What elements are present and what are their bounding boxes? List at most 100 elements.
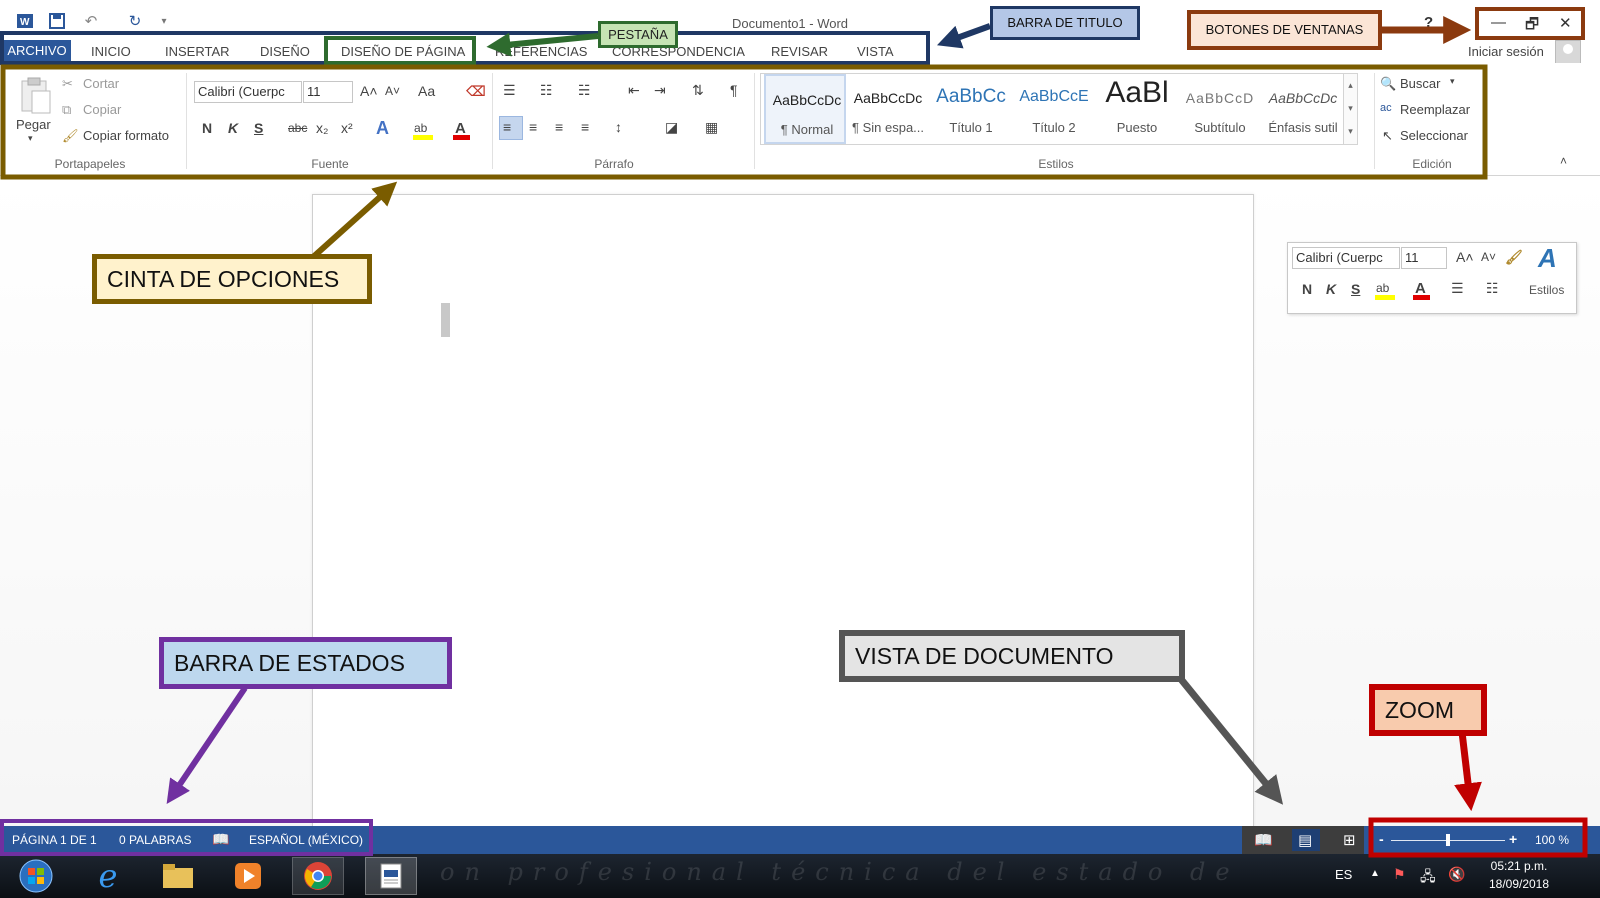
paste-icon[interactable] [18,77,54,115]
media-player-icon[interactable] [222,857,274,895]
undo-icon[interactable]: ↶ [82,12,100,30]
bold-button[interactable]: N [202,120,212,136]
style-subtitle[interactable]: AaBbCcD Subtítulo [1179,74,1261,144]
subscript-button[interactable]: x₂ [316,120,328,136]
grow-font-button[interactable]: A˄ [360,83,378,99]
align-right-icon[interactable]: ≡ [555,119,563,135]
tab-revisar[interactable]: REVISAR [771,44,828,59]
clock-time[interactable]: 05:21 p.m. [1484,859,1554,873]
tray-expand-icon[interactable]: ▲ [1370,868,1380,879]
help-button[interactable]: ? [1424,14,1433,31]
mini-shrink-font-icon[interactable]: A˅ [1481,250,1496,264]
borders-icon[interactable]: ▦ [705,119,718,136]
font-color-icon[interactable]: A [452,119,472,141]
clock-date[interactable]: 18/09/2018 [1484,877,1554,891]
underline-button[interactable]: S [254,120,263,136]
zoom-slider-thumb[interactable] [1446,834,1450,846]
tab-inicio[interactable]: INICIO [91,44,131,59]
style-subtle-emphasis[interactable]: AaBbCcDc Énfasis sutil [1262,74,1344,144]
font-size-combo[interactable]: 11 [303,81,353,103]
read-mode-icon[interactable]: 📖 [1254,831,1273,849]
document-page[interactable] [312,194,1254,834]
style-heading-1[interactable]: AaBbCc Título 1 [930,74,1012,144]
copy-button[interactable]: Copiar [83,102,121,117]
change-case-button[interactable]: Aa [418,83,435,99]
zoom-in-button[interactable]: + [1509,831,1517,847]
tab-vista[interactable]: VISTA [857,44,894,59]
signin-link[interactable]: Iniciar sesión [1468,44,1544,59]
mini-font-color-icon[interactable]: A [1412,279,1434,301]
shading-icon[interactable]: ◪ [665,119,678,136]
proofing-icon[interactable]: 📖 [212,831,229,848]
chrome-icon[interactable] [292,857,344,895]
mini-format-painter-icon[interactable]: 🖌 [1505,249,1523,266]
tab-diseno[interactable]: DISEÑO [260,44,310,59]
save-icon[interactable] [48,12,66,30]
tab-insertar[interactable]: INSERTAR [165,44,230,59]
zoom-level[interactable]: 100 % [1535,833,1569,847]
find-dropdown-icon[interactable]: ▾ [1450,76,1455,87]
mini-highlight-icon[interactable]: ab [1374,279,1400,301]
mini-grow-font-icon[interactable]: A˄ [1456,249,1474,265]
word-logo-icon[interactable]: W [16,12,34,30]
replace-button[interactable]: Reemplazar [1400,102,1470,117]
numbering-icon[interactable]: ☷ [540,82,553,99]
format-painter-button[interactable]: Copiar formato [83,128,169,143]
tab-diseno-pagina[interactable]: DISEÑO DE PÁGINA [341,44,465,59]
mini-styles-icon[interactable]: A [1538,243,1557,274]
volume-muted-icon[interactable]: 🔇 [1448,866,1465,883]
collapse-ribbon-icon[interactable]: ˄ [1560,154,1567,168]
style-normal[interactable]: AaBbCcDc ¶ Normal [764,74,846,144]
start-button[interactable] [10,857,62,895]
mini-font-size-combo[interactable]: 11 [1401,247,1447,269]
minimize-button[interactable]: — [1491,14,1506,31]
word-taskbar-icon[interactable] [365,857,417,895]
decrease-indent-icon[interactable]: ⇤ [628,82,640,99]
paste-button[interactable]: Pegar [16,117,51,132]
web-layout-icon[interactable]: ⊞ [1343,831,1356,849]
style-no-spacing[interactable]: AaBbCcDc ¶ Sin espa... [847,74,929,144]
style-title[interactable]: AaBl Puesto [1096,74,1178,144]
mini-numbering-icon[interactable]: ☷ [1486,280,1499,297]
multilevel-list-icon[interactable]: ☵ [578,82,591,99]
align-center-icon[interactable]: ≡ [529,119,537,135]
zoom-out-button[interactable]: - [1379,831,1384,847]
bullets-icon[interactable]: ☰ [503,82,516,99]
font-name-combo[interactable]: Calibri (Cuerpc [194,81,302,103]
justify-icon[interactable]: ≡ [581,119,589,135]
find-button[interactable]: Buscar [1400,76,1440,91]
styles-scroll[interactable]: ▴ ▾ ▾ [1343,73,1358,145]
mini-italic-button[interactable]: K [1326,281,1336,297]
shrink-font-button[interactable]: A˅ [385,84,400,98]
superscript-button[interactable]: x² [341,120,353,136]
customize-qat-icon[interactable]: ▾ [155,12,173,30]
avatar[interactable] [1555,40,1581,65]
increase-indent-icon[interactable]: ⇥ [654,82,666,99]
action-center-icon[interactable]: ⚑ [1393,866,1406,883]
internet-explorer-icon[interactable]: e [82,857,134,895]
text-effects-icon[interactable]: A [376,118,389,139]
close-button[interactable]: ✕ [1559,14,1572,32]
style-heading-2[interactable]: AaBbCcE Título 2 [1013,74,1095,144]
clear-format-icon[interactable]: ⌫ [466,83,486,100]
line-spacing-icon[interactable]: ↕ [615,119,622,135]
mini-underline-button[interactable]: S [1351,281,1360,297]
paste-dropdown-icon[interactable]: ▾ [28,133,33,144]
highlight-icon[interactable]: ab [412,119,436,141]
page-count[interactable]: PÁGINA 1 DE 1 [12,833,97,847]
input-language[interactable]: ES [1335,867,1352,882]
select-button[interactable]: Seleccionar [1400,128,1468,143]
network-icon[interactable]: 🖧 [1420,866,1436,890]
word-count[interactable]: 0 PALABRAS [119,833,191,847]
show-marks-icon[interactable]: ¶ [730,82,738,98]
mini-bullets-icon[interactable]: ☰ [1451,280,1464,297]
cut-button[interactable]: Cortar [83,76,119,91]
language-indicator[interactable]: ESPAÑOL (MÉXICO) [249,833,363,847]
redo-icon[interactable]: ↻ [126,12,144,30]
italic-button[interactable]: K [228,120,238,136]
mini-bold-button[interactable]: N [1302,281,1312,297]
file-explorer-icon[interactable] [152,857,204,895]
mini-font-name-combo[interactable]: Calibri (Cuerpc [1292,247,1400,269]
tab-archivo[interactable]: ARCHIVO [3,40,71,63]
sort-icon[interactable]: ⇅ [692,82,704,99]
